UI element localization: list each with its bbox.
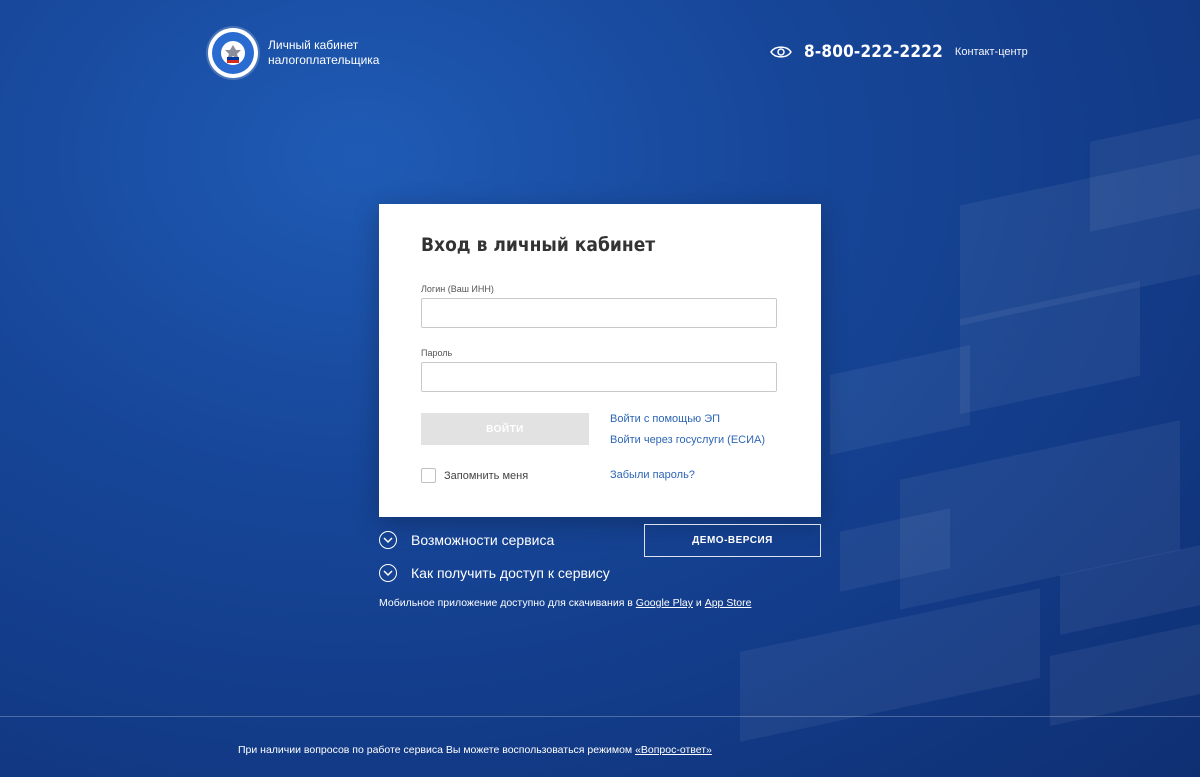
login-card: Вход в личный кабинет Логин (Ваш ИНН) Па… [379, 204, 821, 517]
access-label: Как получить доступ к сервису [411, 565, 610, 581]
access-toggle[interactable]: Как получить доступ к сервису [379, 564, 610, 582]
faq-link[interactable]: «Вопрос-ответ» [635, 744, 712, 756]
mobile-prefix: Мобильное приложение доступно для скачив… [379, 597, 633, 609]
login-button[interactable]: ВОЙТИ [421, 413, 589, 445]
password-input[interactable] [421, 362, 777, 392]
phone-number[interactable]: 8-800-222-2222 [804, 42, 943, 62]
password-label: Пароль [421, 348, 453, 358]
demo-button[interactable]: ДЕМО-ВЕРСИЯ [644, 524, 821, 557]
brand[interactable]: Личный кабинет налогоплательщика [208, 28, 379, 78]
contact-center-link[interactable]: Контакт-центр [955, 46, 1028, 58]
login-input[interactable] [421, 298, 777, 328]
remember-label: Запомнить меня [444, 469, 529, 482]
mobile-app-note: Мобильное приложение доступно для скачив… [379, 597, 751, 609]
features-label: Возможности сервиса [411, 532, 555, 548]
footer-text: При наличии вопросов по работе сервиса В… [238, 744, 633, 756]
brand-line-1: Личный кабинет [268, 38, 359, 52]
login-gosuslugi-link[interactable]: Войти через госуслуги (ЕСИА) [610, 434, 765, 446]
remember-me[interactable]: Запомнить меня [421, 468, 528, 483]
remember-checkbox[interactable] [421, 468, 436, 483]
forgot-password-link[interactable]: Забыли пароль? [610, 469, 695, 481]
login-label: Логин (Ваш ИНН) [421, 284, 494, 294]
google-play-link[interactable]: Google Play [636, 597, 693, 609]
fns-emblem-icon [208, 28, 258, 78]
mobile-and: и [695, 597, 702, 609]
chevron-down-icon [379, 531, 397, 549]
footer: При наличии вопросов по работе сервиса В… [238, 744, 712, 756]
chevron-down-icon [379, 564, 397, 582]
features-toggle[interactable]: Возможности сервиса [379, 531, 554, 549]
header-contacts: 8-800-222-2222 Контакт-центр [770, 42, 1028, 62]
footer-divider [0, 716, 1200, 717]
login-ep-link[interactable]: Войти с помощью ЭП [610, 413, 720, 425]
brand-line-2: налогоплательщика [268, 53, 380, 67]
login-title: Вход в личный кабинет [421, 234, 656, 256]
app-store-link[interactable]: App Store [705, 597, 752, 609]
eye-icon[interactable] [770, 44, 792, 60]
brand-title: Личный кабинет налогоплательщика [268, 38, 379, 68]
